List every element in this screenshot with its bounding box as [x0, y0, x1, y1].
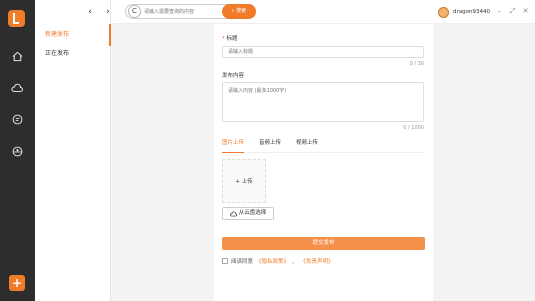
- tab-audio-upload[interactable]: 音频上传: [259, 137, 281, 153]
- back-icon[interactable]: ‹: [85, 6, 95, 18]
- chat-icon[interactable]: [9, 111, 25, 127]
- sidebar: 新建发布 正在发布: [35, 0, 111, 301]
- search-bar: C ⌕ 搜索: [125, 4, 256, 19]
- agree-separator: 、: [292, 259, 298, 265]
- agree-prefix: 阅读同意: [231, 259, 254, 265]
- search-input[interactable]: [144, 7, 219, 17]
- search-button[interactable]: ⌕ 搜索: [222, 4, 256, 19]
- dashboard-icon[interactable]: [9, 143, 25, 159]
- plus-icon[interactable]: +: [9, 275, 25, 291]
- upload-tabs: 图片上传 音频上传 视频上传: [222, 137, 425, 153]
- forward-icon[interactable]: ›: [103, 6, 113, 18]
- minimize-icon[interactable]: –: [495, 6, 504, 17]
- avatar[interactable]: [438, 6, 449, 18]
- submit-button[interactable]: 提交发布: [222, 237, 425, 250]
- title-input[interactable]: [222, 46, 424, 58]
- cloud-select-label: 从云盘选择: [238, 210, 267, 216]
- title-label-text: 标题: [226, 36, 238, 42]
- username: dragon93440: [453, 9, 490, 15]
- disclaimer-link[interactable]: 《免责声明》: [301, 257, 334, 265]
- tab-video-upload[interactable]: 视频上传: [296, 137, 318, 153]
- cloud-select-button[interactable]: 从云盘选择: [222, 207, 274, 220]
- app-rail: +: [0, 0, 35, 301]
- cloud-icon: [229, 211, 237, 216]
- close-icon[interactable]: ✕: [521, 6, 530, 17]
- title-label: * 标题: [222, 34, 238, 42]
- content-label: 发布内容: [222, 73, 245, 79]
- upload-box[interactable]: + 上传: [222, 159, 266, 203]
- required-mark: *: [222, 36, 225, 42]
- agreement: 阅读同意 《隐私政策》 、 《免责声明》: [222, 257, 334, 265]
- upload-label: + 上传: [235, 179, 253, 185]
- top-bar: ‹ › C ⌕ 搜索 dragon93440 – ⤢ ✕: [88, 0, 535, 24]
- user-info[interactable]: dragon93440: [438, 5, 490, 19]
- cloud-icon[interactable]: [9, 80, 25, 96]
- refresh-icon[interactable]: C: [128, 5, 141, 18]
- maximize-icon[interactable]: ⤢: [508, 6, 517, 17]
- tab-image-upload[interactable]: 图片上传: [222, 137, 245, 153]
- content-textarea[interactable]: [222, 82, 424, 122]
- logo-icon: [8, 10, 25, 27]
- home-icon[interactable]: [9, 48, 25, 64]
- title-counter: 0 / 30: [409, 61, 424, 67]
- privacy-policy-link[interactable]: 《隐私政策》: [256, 257, 289, 265]
- agree-checkbox[interactable]: [222, 258, 228, 264]
- sidebar-item-publishing[interactable]: 正在发布: [35, 43, 111, 65]
- content-counter: 0 / 1000: [403, 125, 424, 131]
- publish-form: * 标题 0 / 30 发布内容 0 / 1000 图片上传 音频上传 视频上传…: [214, 24, 433, 301]
